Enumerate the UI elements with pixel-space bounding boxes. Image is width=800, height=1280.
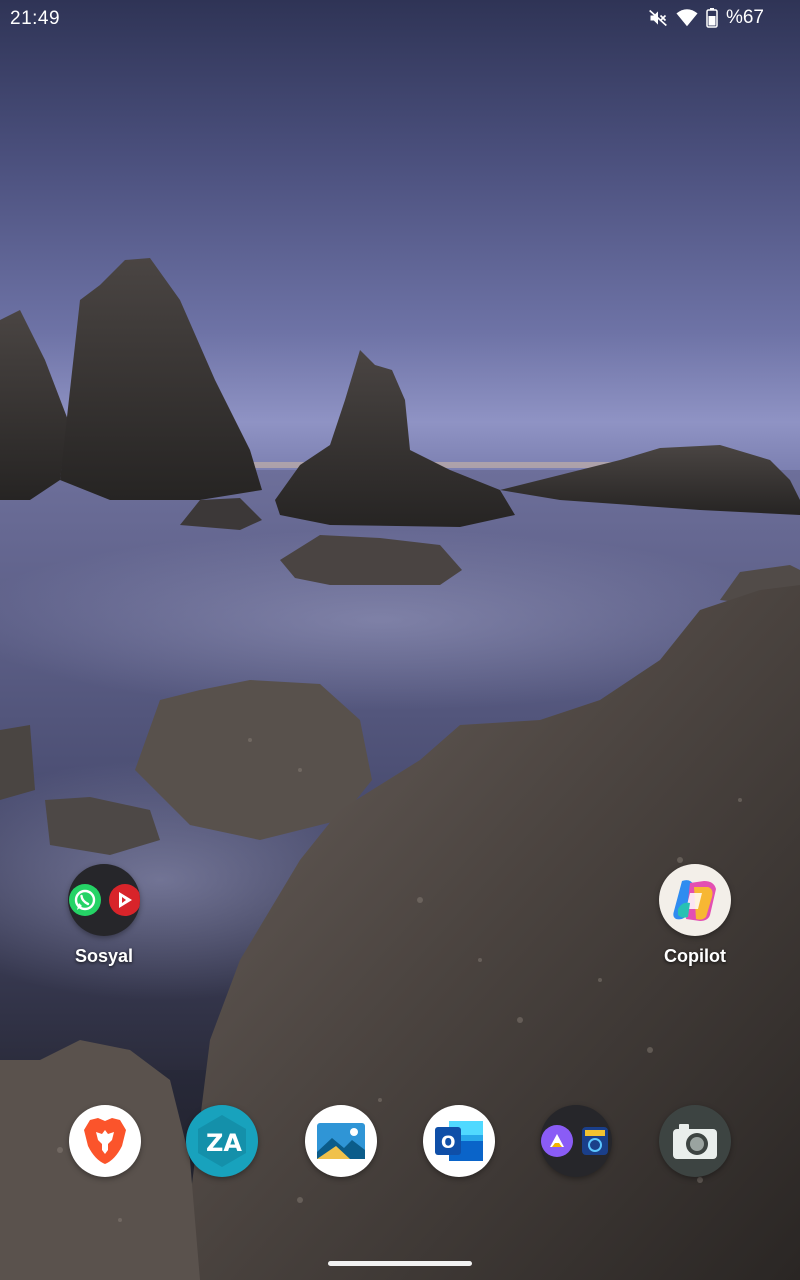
outlook-icon: O bbox=[423, 1105, 495, 1177]
navigation-handle[interactable] bbox=[328, 1261, 472, 1266]
copilot-icon bbox=[659, 864, 731, 936]
youtube-vanced-icon bbox=[109, 884, 140, 916]
gallery-icon bbox=[305, 1105, 377, 1177]
home-screen: 21:49 %67 Sosyal Copilot ZA O bbox=[0, 0, 800, 1280]
battery-percentage: %67 bbox=[725, 7, 764, 28]
camera-icon bbox=[659, 1105, 731, 1177]
folder-icon bbox=[540, 1105, 612, 1177]
status-icons: %67 bbox=[648, 7, 764, 29]
calculator-icon bbox=[582, 1127, 608, 1155]
folder-sosyal[interactable]: Sosyal bbox=[34, 864, 174, 984]
whatsapp-icon bbox=[69, 884, 101, 916]
app-copilot[interactable]: Copilot bbox=[625, 864, 765, 984]
copilot-label: Copilot bbox=[664, 946, 726, 966]
wallpaper-image bbox=[0, 258, 800, 1280]
status-time: 21:49 bbox=[10, 8, 61, 29]
mute-icon bbox=[648, 8, 668, 28]
folder-sosyal-label: Sosyal bbox=[74, 946, 134, 966]
brave-icon bbox=[69, 1105, 141, 1177]
svg-text:ZA: ZA bbox=[206, 1129, 242, 1157]
zarchiver-icon: ZA bbox=[186, 1105, 258, 1177]
folder-icon bbox=[68, 864, 140, 936]
drive-icon bbox=[541, 1125, 573, 1157]
svg-text:O: O bbox=[441, 1133, 455, 1153]
app-camera[interactable] bbox=[625, 1105, 765, 1181]
battery-icon bbox=[706, 8, 718, 28]
wifi-icon bbox=[676, 8, 698, 28]
status-bar: 21:49 %67 bbox=[0, 0, 800, 38]
